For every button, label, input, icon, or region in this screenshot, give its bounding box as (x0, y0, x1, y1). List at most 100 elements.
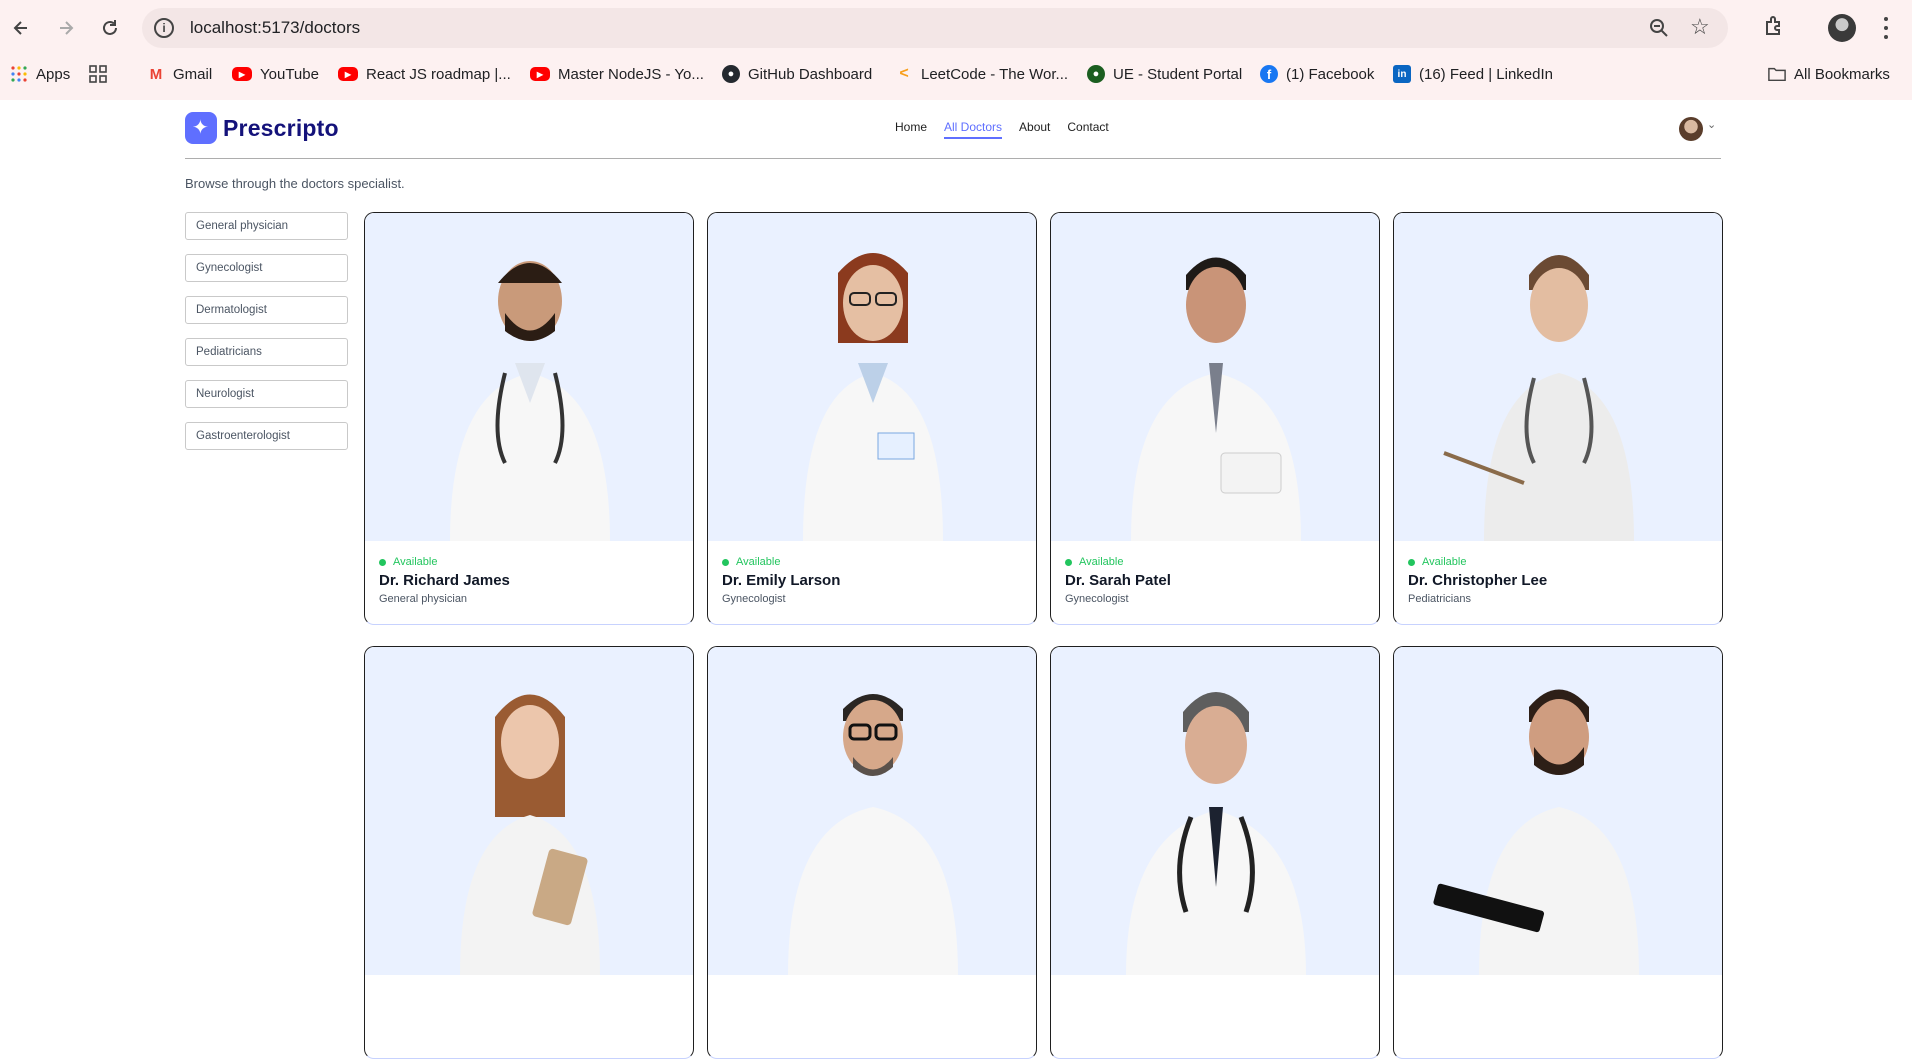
doctor-photo (365, 647, 693, 975)
doctor-card[interactable] (364, 646, 694, 1059)
filter-general-physician[interactable]: General physician (185, 212, 348, 240)
reload-icon[interactable] (94, 12, 126, 44)
bookmark-label: Gmail (173, 65, 213, 83)
doctor-card[interactable] (1393, 646, 1723, 1059)
main-nav: Home All Doctors About Contact (895, 120, 1126, 139)
bookmark-gmail[interactable]: M Gmail (147, 60, 212, 88)
bookmark-linkedin[interactable]: in (16) Feed | LinkedIn (1393, 60, 1553, 88)
bookmark-label: GitHub Dashboard (748, 65, 873, 83)
filter-neurologist[interactable]: Neurologist (185, 380, 348, 408)
bookmark-grid[interactable] (89, 60, 115, 88)
nav-home[interactable]: Home (895, 120, 927, 139)
address-bar[interactable]: i localhost:5173/doctors ☆ (142, 8, 1728, 48)
zoom-icon[interactable] (1647, 16, 1671, 40)
status-text: Available (1079, 556, 1124, 568)
site-info-icon[interactable]: i (154, 18, 174, 38)
filter-gastroenterologist[interactable]: Gastroenterologist (185, 422, 348, 450)
leetcode-icon: < (899, 65, 909, 82)
bookmark-label: LeetCode - The Wor... (921, 65, 1069, 83)
folder-icon (1768, 65, 1786, 83)
doctor-photo (1394, 647, 1722, 975)
speciality-filters: General physician Gynecologist Dermatolo… (185, 212, 348, 464)
status-text: Available (1422, 556, 1467, 568)
doctor-photo (1394, 213, 1722, 541)
bookmark-ue-portal[interactable]: ● UE - Student Portal (1087, 60, 1242, 88)
filter-gynecologist[interactable]: Gynecologist (185, 254, 348, 282)
bookmark-react-roadmap[interactable]: ▶ React JS roadmap |... (338, 60, 511, 88)
filter-dermatologist[interactable]: Dermatologist (185, 296, 348, 324)
bookmark-label: (1) Facebook (1286, 65, 1375, 83)
status-dot (722, 558, 729, 566)
doctor-card[interactable]: Available Dr. Christopher Lee Pediatrici… (1393, 212, 1723, 625)
youtube-icon: ▶ (232, 67, 252, 81)
status-badge: Available (1065, 556, 1171, 568)
doctor-photo (708, 213, 1036, 541)
logo-text: Prescripto (223, 114, 339, 141)
page-content: Prescripto Home All Doctors About Contac… (0, 100, 1912, 1059)
status-dot (1408, 558, 1415, 566)
doctor-photo (708, 647, 1036, 975)
nav-about[interactable]: About (1019, 120, 1050, 139)
facebook-icon: f (1260, 65, 1278, 83)
doctor-name: Dr. Richard James (379, 572, 510, 589)
all-bookmarks[interactable]: All Bookmarks (1768, 60, 1890, 88)
filter-pediatricians[interactable]: Pediatricians (185, 338, 348, 366)
back-icon[interactable] (5, 12, 37, 44)
status-text: Available (393, 556, 438, 568)
apps-grid-icon (10, 65, 28, 83)
linkedin-icon: in (1393, 65, 1411, 83)
doctor-info: Available Dr. Sarah Patel Gynecologist (1065, 556, 1171, 605)
nav-contact[interactable]: Contact (1067, 120, 1108, 139)
status-badge: Available (722, 556, 840, 568)
bookmark-label: React JS roadmap |... (366, 65, 511, 83)
doctor-card[interactable]: Available Dr. Sarah Patel Gynecologist (1050, 212, 1380, 625)
ue-icon: ● (1087, 65, 1105, 83)
doctor-info: Available Dr. Emily Larson Gynecologist (722, 556, 840, 605)
doctor-name: Dr. Christopher Lee (1408, 572, 1548, 589)
bookmark-label: Master NodeJS - Yo... (558, 65, 704, 83)
chevron-down-icon[interactable]: ⌄ (1707, 118, 1716, 131)
bookmark-label: All Bookmarks (1794, 65, 1890, 83)
doctor-card[interactable]: Available Dr. Richard James General phys… (364, 212, 694, 625)
doctor-info: Available Dr. Christopher Lee Pediatrici… (1408, 556, 1547, 605)
status-dot (1065, 558, 1072, 566)
doctor-photo (1051, 647, 1379, 975)
url-text[interactable]: localhost:5173/doctors (190, 18, 360, 38)
doctor-card[interactable] (707, 646, 1037, 1059)
browser-chrome: i localhost:5173/doctors ☆ Apps M Gmail … (0, 0, 1912, 146)
doctor-name: Dr. Emily Larson (722, 572, 841, 589)
doctor-speciality: General physician (379, 593, 468, 605)
doctor-photo (1051, 213, 1379, 541)
status-badge: Available (1408, 556, 1547, 568)
extensions-icon[interactable] (1762, 14, 1788, 40)
github-icon: ● (722, 65, 740, 83)
doctor-speciality: Pediatricians (1408, 593, 1471, 605)
doctor-card[interactable]: Available Dr. Emily Larson Gynecologist (707, 212, 1037, 625)
doctor-name: Dr. Sarah Patel (1065, 572, 1171, 589)
bookmark-master-nodejs[interactable]: ▶ Master NodeJS - Yo... (530, 60, 704, 88)
bookmark-label: UE - Student Portal (1113, 65, 1243, 83)
doctor-speciality: Gynecologist (1065, 593, 1129, 605)
status-badge: Available (379, 556, 510, 568)
bookmark-facebook[interactable]: f (1) Facebook (1260, 60, 1374, 88)
nav-all-doctors[interactable]: All Doctors (944, 120, 1003, 139)
bookmark-star-icon[interactable]: ☆ (1690, 14, 1710, 40)
bookmark-leetcode[interactable]: < LeetCode - The Wor... (895, 60, 1068, 88)
forward-icon[interactable] (50, 12, 82, 44)
site-header: Prescripto Home All Doctors About Contac… (185, 100, 1721, 159)
bookmark-youtube[interactable]: ▶ YouTube (232, 60, 319, 88)
doctor-card[interactable] (1050, 646, 1380, 1059)
doctor-info: Available Dr. Richard James General phys… (379, 556, 510, 605)
logo-icon (185, 112, 217, 144)
page-intro: Browse through the doctors specialist. (185, 176, 405, 191)
youtube-icon: ▶ (338, 67, 358, 81)
avatar[interactable] (1679, 117, 1703, 141)
bookmark-github[interactable]: ● GitHub Dashboard (722, 60, 872, 88)
bookmark-apps[interactable]: Apps (10, 60, 70, 88)
browser-toolbar: i localhost:5173/doctors ☆ (0, 0, 1912, 56)
site-logo[interactable]: Prescripto (185, 112, 339, 144)
browser-menu-icon[interactable] (1878, 14, 1894, 42)
doctor-speciality: Gynecologist (722, 593, 786, 605)
bookmarks-bar: Apps M Gmail ▶ YouTube ▶ React JS roadma… (0, 60, 1912, 146)
browser-profile-avatar[interactable] (1828, 14, 1856, 42)
